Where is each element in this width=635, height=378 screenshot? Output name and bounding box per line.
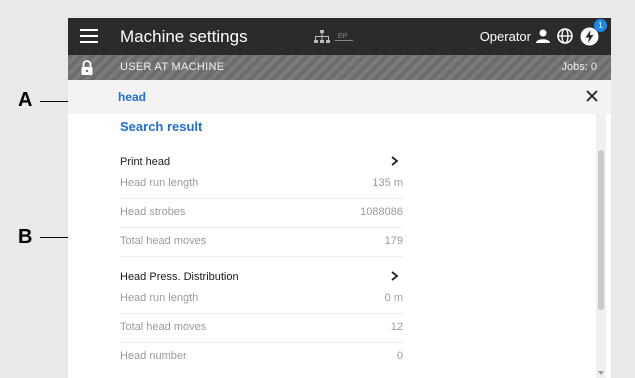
list-item: Total head moves 179	[120, 235, 403, 249]
item-label: Head strobes	[120, 206, 186, 218]
group-name: Print head	[120, 156, 171, 168]
user-icon[interactable]	[535, 28, 551, 44]
divider	[120, 256, 403, 257]
chevron-right-icon	[391, 271, 399, 281]
list-item: Head run length 0 m	[120, 292, 403, 306]
item-label: Total head moves	[120, 321, 207, 333]
page-title: Machine settings	[120, 27, 248, 46]
item-value: 0 m	[384, 292, 403, 304]
search-results: Search result Print head Head run length…	[68, 114, 611, 378]
user-bar: USER AT MACHINE Jobs: 0	[68, 55, 611, 80]
list-item: Head number 0	[120, 350, 403, 364]
item-label: Head run length	[120, 292, 199, 304]
item-value: 179	[384, 235, 403, 247]
item-value: 1088086	[360, 206, 403, 218]
item-value: 0	[396, 350, 403, 362]
item-label: Head run length	[120, 177, 199, 189]
divider	[120, 198, 403, 199]
search-input[interactable]	[118, 87, 538, 107]
divider	[120, 227, 403, 228]
close-icon[interactable]	[585, 89, 599, 103]
annotation-b: B	[18, 226, 33, 248]
list-item: Total head moves 12	[120, 321, 403, 335]
search-bar	[68, 80, 611, 114]
globe-icon[interactable]	[557, 28, 573, 44]
notification-badge: 1	[594, 19, 607, 32]
list-item: Head strobes 1088086	[120, 206, 403, 220]
operator-label: Operator	[479, 29, 531, 44]
result-group-head-press-distribution[interactable]: Head Press. Distribution	[120, 271, 403, 285]
device-screen: Machine settings EP Operator 1 USER AT M…	[68, 18, 611, 378]
search-result-title: Search result	[120, 119, 203, 134]
divider	[120, 342, 403, 343]
hamburger-icon[interactable]	[80, 29, 98, 43]
scroll-down-icon[interactable]	[598, 370, 604, 376]
item-value: 135 m	[372, 177, 403, 189]
scrollbar-thumb[interactable]	[598, 150, 604, 310]
scrollbar[interactable]	[596, 114, 606, 378]
divider	[120, 313, 403, 314]
result-group-print-head[interactable]: Print head	[120, 156, 403, 170]
item-value: 12	[390, 321, 403, 333]
lock-icon	[81, 60, 93, 75]
item-label: Total head moves	[120, 235, 207, 247]
annotation-a: A	[18, 89, 33, 111]
network-icon: EP	[314, 30, 353, 43]
group-name: Head Press. Distribution	[120, 271, 239, 283]
item-label: Head number	[120, 350, 187, 362]
user-level-label: USER AT MACHINE	[120, 61, 225, 73]
chevron-right-icon	[391, 156, 399, 166]
network-label: EP	[338, 33, 348, 40]
top-bar: Machine settings EP Operator 1	[68, 18, 611, 55]
jobs-count: Jobs: 0	[561, 61, 597, 73]
list-item: Head run length 135 m	[120, 177, 403, 191]
